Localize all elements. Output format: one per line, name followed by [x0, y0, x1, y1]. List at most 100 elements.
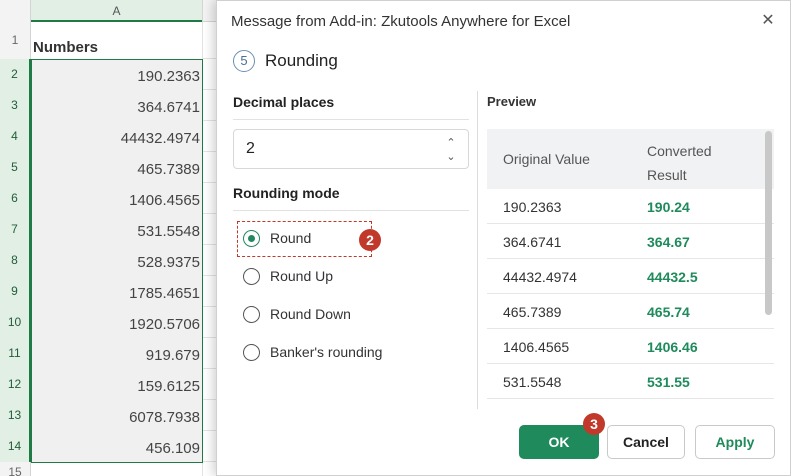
sheet-row: 11 919.679: [0, 338, 230, 369]
converted-value: 465.74: [647, 304, 690, 320]
converted-value: 531.55: [647, 374, 690, 390]
value-cell[interactable]: 528.9375: [31, 245, 202, 276]
value-cell[interactable]: 44432.4974: [31, 121, 202, 152]
radio-unchecked-icon[interactable]: [243, 306, 260, 323]
row-number[interactable]: 15: [0, 462, 31, 476]
table-row: 364.6741 364.67: [487, 224, 774, 259]
converted-value: 364.67: [647, 234, 690, 250]
sheet-row: 5 465.7389: [0, 152, 230, 183]
value-cell[interactable]: 159.6125: [31, 369, 202, 400]
vertical-divider: [477, 91, 478, 409]
column-header-row: A: [0, 0, 230, 22]
radio-label: Round Up: [270, 268, 334, 284]
sheet-row: 6 1406.4565: [0, 183, 230, 214]
decimal-places-label: Decimal places: [233, 94, 335, 110]
sheet-row: 8 528.9375: [0, 245, 230, 276]
preview-table-header: Original Value Converted Result: [487, 129, 774, 189]
row-number[interactable]: 14: [0, 431, 31, 462]
original-value: 44432.4974: [503, 269, 577, 285]
radio-label: Round: [270, 230, 312, 246]
row-number[interactable]: 4: [0, 121, 31, 152]
radio-unchecked-icon[interactable]: [243, 268, 260, 285]
table-row: 1406.4565 1406.46: [487, 329, 774, 364]
sheet-row: 15: [0, 462, 230, 476]
value-cell[interactable]: 1406.4565: [31, 183, 202, 214]
divider: [233, 119, 469, 120]
radio-unchecked-icon[interactable]: [243, 344, 260, 361]
value-cell[interactable]: 531.5548: [31, 214, 202, 245]
radio-label: Round Down: [270, 306, 351, 322]
value-cell[interactable]: 465.7389: [31, 152, 202, 183]
preview-label: Preview: [487, 94, 537, 109]
converted-value: 1406.46: [647, 339, 698, 355]
radio-checked-icon[interactable]: [243, 230, 260, 247]
value-cell[interactable]: 190.2363: [31, 59, 202, 90]
decimal-places-input[interactable]: 2 ⌃ ⌄: [233, 129, 469, 169]
original-value-header: Original Value: [503, 151, 590, 167]
decrement-icon[interactable]: ⌄: [444, 151, 458, 163]
decimal-places-value[interactable]: 2: [246, 140, 255, 158]
sheet-row: 10 1920.5706: [0, 307, 230, 338]
sheet-row: 13 6078.7938: [0, 400, 230, 431]
table-row: 465.7389 465.74: [487, 294, 774, 329]
rounding-dialog: Message from Add-in: Zkutools Anywhere f…: [216, 0, 791, 476]
column-header-a[interactable]: A: [31, 0, 202, 22]
divider: [233, 210, 469, 211]
row-number[interactable]: 10: [0, 307, 31, 338]
sheet-row: 7 531.5548: [0, 214, 230, 245]
header-cell[interactable]: Numbers: [31, 22, 202, 59]
row-number[interactable]: 12: [0, 369, 31, 400]
row-number[interactable]: 1: [0, 22, 31, 59]
row-number[interactable]: 3: [0, 90, 31, 121]
heading-text: Rounding: [265, 51, 338, 70]
original-value: 1406.4565: [503, 339, 570, 355]
original-value: 465.7389: [503, 304, 562, 320]
table-row: 190.2363 190.24: [487, 189, 774, 224]
row-number[interactable]: 2: [0, 59, 31, 90]
apply-button[interactable]: Apply: [695, 425, 775, 459]
step-badge-2: 2: [359, 229, 381, 251]
original-value: 190.2363: [503, 199, 562, 215]
close-icon[interactable]: ✕: [758, 11, 778, 31]
row-number[interactable]: 8: [0, 245, 31, 276]
step-five-icon: 5: [233, 50, 255, 72]
original-value: 531.5548: [503, 374, 562, 390]
rounding-mode-label: Rounding mode: [233, 185, 340, 201]
empty-cell[interactable]: [31, 462, 202, 476]
value-cell[interactable]: 456.109: [31, 431, 202, 462]
select-all-corner[interactable]: [0, 0, 31, 22]
sheet-row: 14 456.109: [0, 431, 230, 462]
value-cell[interactable]: 1785.4651: [31, 276, 202, 307]
spreadsheet: A 1 Numbers 2 190.2363 3 364.6741 4 4443…: [0, 0, 230, 476]
table-row: 531.5548 531.55: [487, 364, 774, 399]
value-cell[interactable]: 6078.7938: [31, 400, 202, 431]
radio-label: Banker's rounding: [270, 344, 383, 360]
dialog-title: Message from Add-in: Zkutools Anywhere f…: [231, 13, 571, 30]
dialog-titlebar: Message from Add-in: Zkutools Anywhere f…: [217, 1, 790, 41]
preview-scrollbar[interactable]: [765, 131, 772, 315]
increment-icon[interactable]: ⌃: [444, 137, 458, 149]
preview-table: Original Value Converted Result 190.2363…: [487, 129, 774, 409]
step-badge-3: 3: [583, 413, 605, 435]
row-number[interactable]: 7: [0, 214, 31, 245]
row-number[interactable]: 5: [0, 152, 31, 183]
row-number[interactable]: 6: [0, 183, 31, 214]
table-row: 44432.4974 44432.5: [487, 259, 774, 294]
sheet-row: 2 190.2363: [0, 59, 230, 90]
sheet-row: 4 44432.4974: [0, 121, 230, 152]
converted-value: 190.24: [647, 199, 690, 215]
row-number[interactable]: 9: [0, 276, 31, 307]
row-number[interactable]: 13: [0, 400, 31, 431]
original-value: 364.6741: [503, 234, 562, 250]
value-cell[interactable]: 364.6741: [31, 90, 202, 121]
sheet-row: 9 1785.4651: [0, 276, 230, 307]
value-cell[interactable]: 919.679: [31, 338, 202, 369]
sheet-row: 1 Numbers: [0, 22, 230, 59]
cancel-button[interactable]: Cancel: [607, 425, 685, 459]
row-number[interactable]: 11: [0, 338, 31, 369]
sheet-row: 12 159.6125: [0, 369, 230, 400]
converted-result-header: Converted Result: [647, 143, 712, 183]
sheet-row: 3 364.6741: [0, 90, 230, 121]
value-cell[interactable]: 1920.5706: [31, 307, 202, 338]
converted-value: 44432.5: [647, 269, 698, 285]
